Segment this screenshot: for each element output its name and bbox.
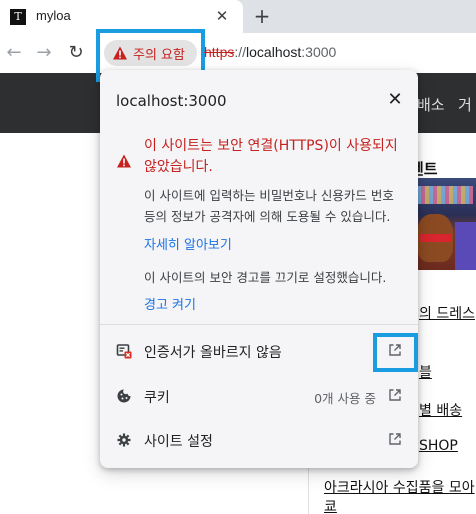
cookie-icon [117,389,131,403]
side-link[interactable]: SHOP [419,438,458,454]
side-link[interactable]: 의 드레스 [419,303,475,323]
site-settings-label: 사이트 설정 [144,434,213,450]
external-link-icon [389,433,401,445]
url-scheme: https [204,44,235,60]
popup-divider [100,324,418,325]
site-settings-row[interactable]: 사이트 설정 [100,418,418,462]
external-link-icon [389,389,401,401]
tab-title: myloa [36,8,71,23]
warning-triangle-icon [117,154,131,168]
certificate-row[interactable]: 인증서가 올바르지 않음 [100,329,418,373]
popup-title: localhost:3000 [116,92,227,110]
certificate-invalid-icon [116,344,132,359]
address-bar[interactable]: https://localhost:3000 [204,44,336,60]
cookies-label: 쿠키 [144,390,170,406]
side-link[interactable]: 쿄 [324,496,337,514]
side-link[interactable]: 별 배송 [419,400,462,420]
site-favicon: T [10,9,26,25]
header-nav-item[interactable]: 거 [458,94,472,115]
certificate-label: 인증서가 올바르지 않음 [144,345,282,361]
header-nav-item[interactable]: 배소 [417,94,445,115]
url-port: :3000 [301,44,337,60]
learn-more-link[interactable]: 자세히 알아보기 [144,234,232,253]
url-separator: :// [234,44,247,60]
cookies-count: 0개 사용 중 [314,391,376,406]
external-link-highlight-box [373,333,418,372]
arrow-right-icon[interactable]: → [32,41,56,65]
arrow-left-icon[interactable]: ← [2,41,26,65]
side-link[interactable]: 블 [419,362,432,382]
url-host: localhost [246,44,302,60]
site-info-popup: localhost:3000 ✕ 이 사이트는 보안 연결(HTTPS)이 사용… [100,70,418,468]
close-icon[interactable]: ✕ [383,88,407,112]
warnings-disabled-notice: 이 사이트의 보안 경고를 끄기로 설정했습니다. [144,270,387,285]
tab-close-icon[interactable]: ✕ [212,6,232,26]
cookies-row[interactable]: 쿠키 0개 사용 중 [100,374,418,418]
gear-icon [117,433,131,447]
tab-strip: T myloa ✕ + [0,0,476,33]
enable-warnings-link[interactable]: 경고 켜기 [144,294,196,313]
insecure-warning-title: 이 사이트는 보안 연결(HTTPS)이 사용되지 않았습니다. [144,138,398,175]
reload-icon[interactable]: ↻ [64,41,88,65]
insecure-warning-body: 이 사이트에 입력하는 비밀번호나 신용카드 번호 등의 정보가 공격자에 의해… [144,188,394,224]
side-link[interactable]: 아크라시아 수집품을 모아 [324,477,475,497]
new-tab-button[interactable]: + [251,5,273,27]
